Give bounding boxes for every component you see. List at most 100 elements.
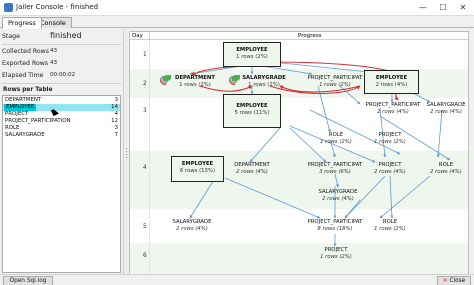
grip-dots-icon xyxy=(125,147,128,159)
node-row-count: 2 rows (4%) xyxy=(236,169,268,175)
table-name: PROJECT xyxy=(5,111,29,117)
node-table-name: SALARYGRADE xyxy=(426,102,466,108)
node-table-name: EMPLOYEE xyxy=(181,161,214,167)
node-row-count: 2 rows (4%) xyxy=(430,109,462,115)
table-name: SALARYGRADE xyxy=(5,132,45,138)
node-row-count: 1 rows (2%) xyxy=(236,54,268,60)
finished-table-icon xyxy=(160,75,171,85)
elapsed-row: Elapsed Time 00:00:02 xyxy=(2,71,120,81)
pane-splitter[interactable] xyxy=(123,29,128,274)
node-table-name: ROLE xyxy=(382,219,398,225)
node-row-count: 1 rows (2%) xyxy=(248,82,280,88)
node-table-name: PROJECT xyxy=(378,162,402,168)
node-table-name: ROLE xyxy=(438,162,454,168)
graph-node-department[interactable]: DEPARTMENT 1 rows (2%) xyxy=(160,75,224,91)
table-name: ROLE xyxy=(5,125,20,131)
graph-node-role[interactable]: ROLE 1 rows (2%) xyxy=(316,132,356,148)
close-window-button[interactable]: ✕ xyxy=(456,1,470,14)
stage-value: finished xyxy=(50,31,82,40)
node-table-name: SALARYGRADE xyxy=(318,189,358,195)
table-name: DEPARTMENT xyxy=(5,97,42,103)
graph-node-role[interactable]: ROLE 1 rows (2%) xyxy=(370,219,410,235)
elapsed-value: 00:00:02 xyxy=(50,72,76,78)
graph-node-role[interactable]: ROLE 2 rows (4%) xyxy=(426,162,466,178)
row-count: 12 xyxy=(111,118,118,124)
row-count: 3 xyxy=(114,125,118,131)
node-table-name: PROJECT_PARTICIPAT xyxy=(307,219,363,225)
finished-table-icon xyxy=(229,75,240,85)
graph-node-salarygrade[interactable]: SALARYGRADE 2 rows (4%) xyxy=(316,189,360,205)
row-count: 3 xyxy=(114,97,118,103)
divider xyxy=(2,44,121,45)
node-row-count: 1 rows (2%) xyxy=(374,226,406,232)
graph-node-project-participation[interactable]: PROJECT_PARTICIPAT 2 rows (4%) xyxy=(362,102,424,118)
graph-node-salarygrade[interactable]: SALARYGRADE 2 rows (4%) xyxy=(170,219,214,235)
node-row-count: 5 rows (11%) xyxy=(234,110,270,116)
open-sql-log-button[interactable]: Open Sql.log xyxy=(3,276,53,285)
table-row-selected[interactable]: EMPLOYEE 14 xyxy=(3,104,120,111)
node-table-name: PROJECT_PARTICIPAT xyxy=(365,102,421,108)
table-row[interactable]: DEPARTMENT 3 xyxy=(3,97,120,104)
table-row[interactable]: PROJECT 4 xyxy=(3,111,120,118)
graph-edges xyxy=(189,61,451,247)
node-row-count: 1 rows (2%) xyxy=(179,82,211,88)
table-row[interactable]: PROJECT_PARTICIPATION 12 xyxy=(3,118,120,125)
graph-node-employee[interactable]: EMPLOYEE 6 rows (13%) xyxy=(171,156,224,182)
close-button[interactable]: ✕ Close xyxy=(437,276,471,285)
graph-node-project[interactable]: PROJECT 1 rows (2%) xyxy=(370,132,410,148)
app-icon xyxy=(4,3,13,12)
rows-per-table-list[interactable]: DEPARTMENT 3 EMPLOYEE 14 PROJECT 4 PROJE… xyxy=(2,95,121,273)
graph-node-project-participation[interactable]: PROJECT_PARTICIPAT 1 rows (2%) xyxy=(304,75,366,91)
graph-node-salarygrade[interactable]: SALARYGRADE 2 rows (4%) xyxy=(424,102,468,118)
graph-node-project[interactable]: PROJECT 2 rows (4%) xyxy=(370,162,410,178)
exported-value: 43 xyxy=(50,60,58,66)
node-table-name: EMPLOYEE xyxy=(236,103,268,109)
table-row[interactable]: ROLE 3 xyxy=(3,125,120,132)
table-name: EMPLOYEE xyxy=(4,104,37,111)
node-table-name: DEPARTMENT xyxy=(175,75,215,81)
graph-node-salarygrade[interactable]: SALARYGRADE 1 rows (2%) xyxy=(229,75,293,91)
elapsed-label: Elapsed Time xyxy=(2,72,44,79)
node-table-name: DEPARTMENT xyxy=(234,162,270,168)
window-title: Jailer Console - finished xyxy=(16,3,99,11)
node-table-name: SALARYGRADE xyxy=(172,219,212,225)
collected-label: Collected Rows xyxy=(2,48,49,55)
maximize-button[interactable]: ☐ xyxy=(436,1,450,14)
stats-pane: Stage finished Collected Rows 43 Exporte… xyxy=(0,29,123,274)
bottom-bar: Open Sql.log ✕ Close xyxy=(0,274,474,285)
title-bar: Jailer Console - finished — ☐ ✕ xyxy=(0,0,474,16)
tab-progress[interactable]: Progress xyxy=(2,17,42,29)
close-icon: ✕ xyxy=(442,278,448,284)
stage-row: Stage finished xyxy=(2,31,120,42)
node-table-name: EMPLOYEE xyxy=(375,75,408,81)
table-row[interactable]: SALARYGRADE 7 xyxy=(3,132,120,139)
tab-bar: Progress Console xyxy=(0,16,474,29)
collected-value: 43 xyxy=(50,48,58,54)
node-table-name: PROJECT xyxy=(378,132,402,138)
graph-node-employee[interactable]: EMPLOYEE 2 rows (4%) xyxy=(364,70,419,94)
graph-node-department[interactable]: DEPARTMENT 2 rows (4%) xyxy=(230,162,274,178)
node-row-count: 1 rows (2%) xyxy=(374,139,406,145)
table-name: PROJECT_PARTICIPATION xyxy=(5,118,71,124)
graph-node-employee[interactable]: EMPLOYEE 1 rows (2%) xyxy=(223,42,281,67)
node-table-name: PROJECT_PARTICIPAT xyxy=(307,75,363,81)
row-count: 7 xyxy=(114,132,118,138)
graph-node-project-participation[interactable]: PROJECT_PARTICIPAT 8 rows (18%) xyxy=(304,219,366,235)
progress-graph[interactable]: 1 2 3 4 5 6 Day Progress EMPLOYEE 1 rows… xyxy=(129,31,469,275)
node-table-name: SALARYGRADE xyxy=(242,75,286,81)
node-table-name: EMPLOYEE xyxy=(236,47,268,53)
graph-node-project[interactable]: PROJECT 1 rows (2%) xyxy=(316,247,356,263)
row-count: 4 xyxy=(114,111,118,117)
node-row-count: 6 rows (13%) xyxy=(179,168,216,174)
node-row-count: 8 rows (18%) xyxy=(317,226,353,232)
collected-row: Collected Rows 43 xyxy=(2,47,120,57)
exported-row: Exported Rows 43 xyxy=(2,59,120,69)
node-row-count: 2 rows (4%) xyxy=(176,226,208,232)
node-row-count: 2 rows (4%) xyxy=(377,109,409,115)
minimize-button[interactable]: — xyxy=(416,1,430,14)
node-row-count: 1 rows (2%) xyxy=(320,254,352,260)
graph-node-employee[interactable]: EMPLOYEE 5 rows (11%) xyxy=(223,94,281,128)
node-table-name: PROJECT_PARTICIPAT xyxy=(307,162,363,168)
stage-label: Stage xyxy=(2,33,20,40)
graph-node-project-participation[interactable]: PROJECT_PARTICIPAT 3 rows (6%) xyxy=(304,162,366,178)
